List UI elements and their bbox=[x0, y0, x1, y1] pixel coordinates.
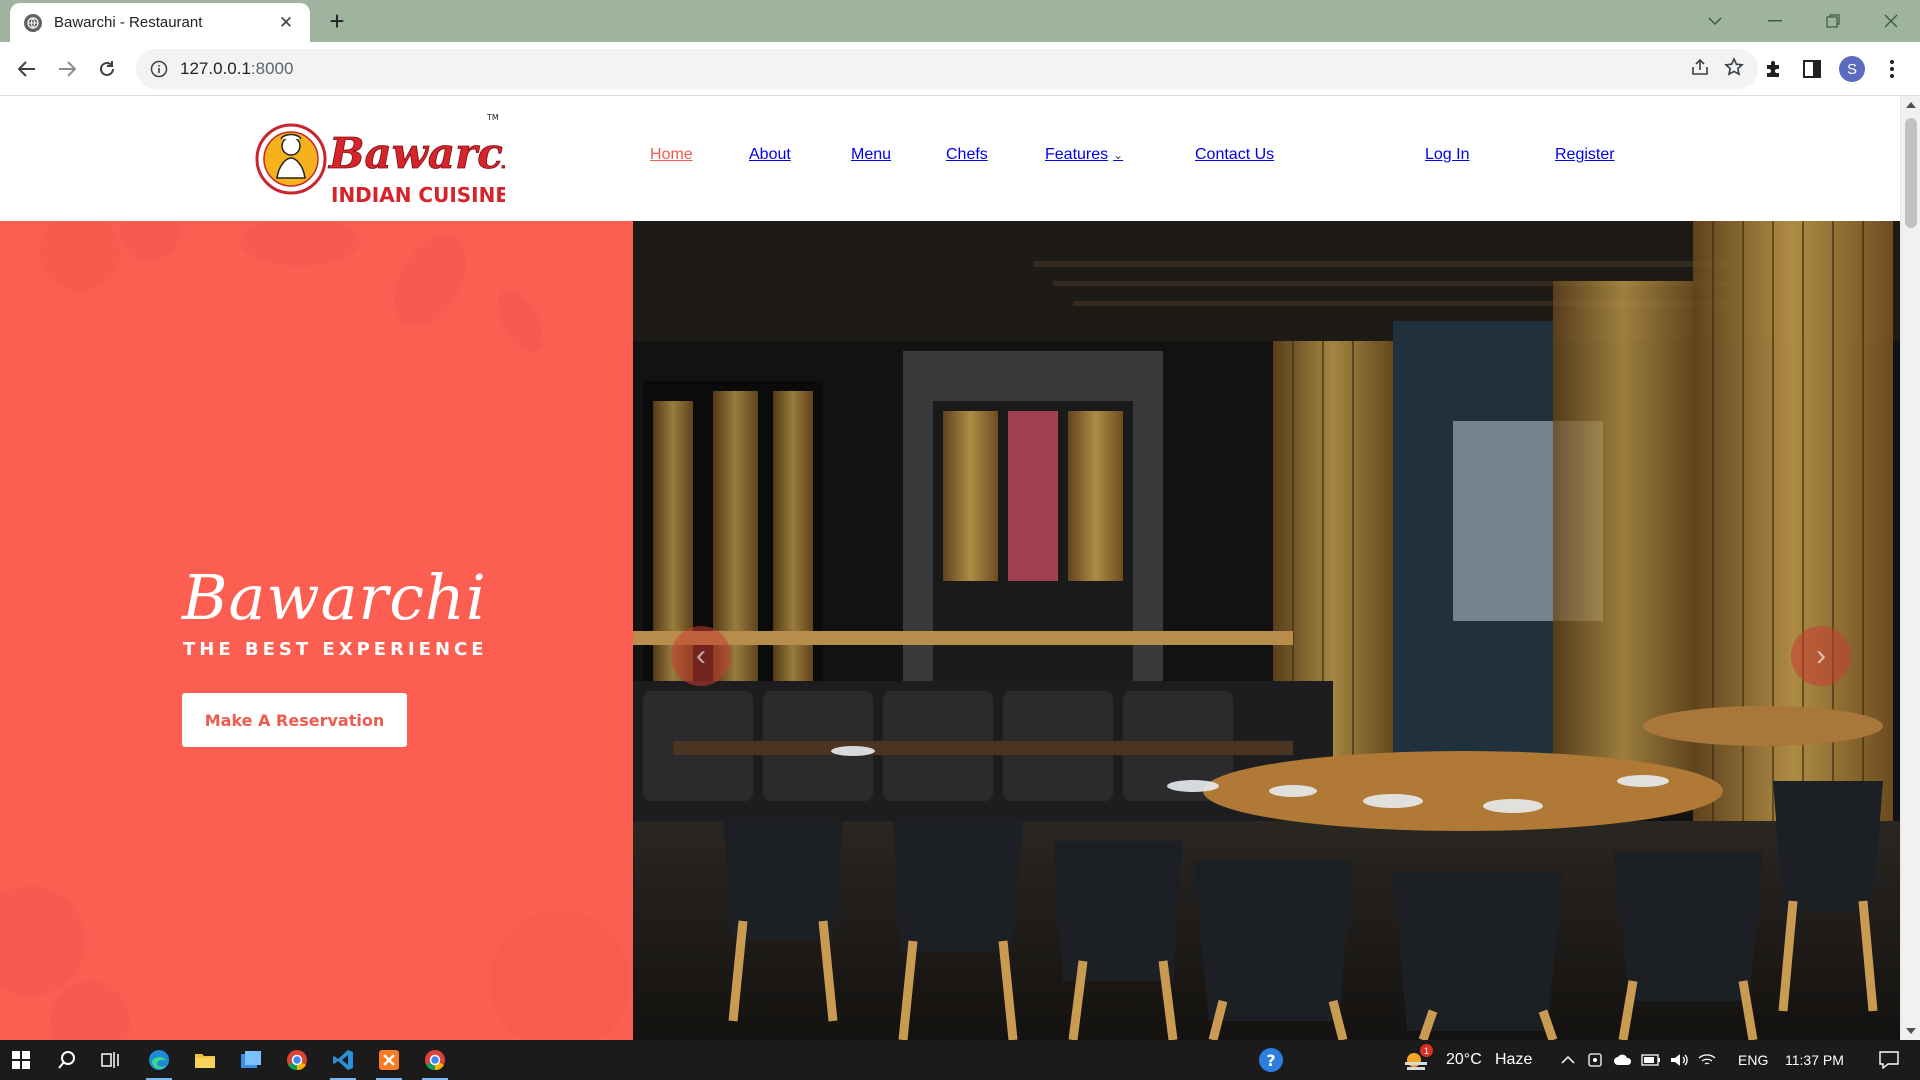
volume-icon[interactable] bbox=[1666, 1040, 1692, 1080]
address-bar[interactable]: 127.0.0.1:8000 bbox=[136, 49, 1758, 89]
nav-contact-link[interactable]: Contact Us bbox=[1195, 146, 1274, 163]
weather-badge: 1 bbox=[1420, 1044, 1433, 1057]
site-info-icon[interactable] bbox=[150, 60, 168, 78]
page-viewport: BawarcHi INDIAN CUISINE TM Home About Me… bbox=[0, 96, 1920, 1040]
nav-features-link[interactable]: Features ⌄ bbox=[1045, 146, 1123, 163]
tray-chevron-up-icon[interactable] bbox=[1555, 1040, 1581, 1080]
meet-now-icon[interactable] bbox=[1582, 1040, 1608, 1080]
weather-icon[interactable]: 1 bbox=[1398, 1040, 1434, 1080]
chrome-active-icon[interactable] bbox=[414, 1040, 456, 1080]
battery-icon[interactable] bbox=[1638, 1040, 1664, 1080]
nav-about[interactable]: About bbox=[749, 146, 791, 164]
page-scrollbar[interactable] bbox=[1900, 96, 1920, 1040]
browser-tabstrip: Bawarchi - Restaurant ✕ + bbox=[0, 0, 1920, 42]
scroll-up-arrow-icon[interactable] bbox=[1906, 102, 1916, 108]
nav-home-link[interactable]: Home bbox=[650, 146, 693, 163]
bawarchi-logo[interactable]: BawarcHi INDIAN CUISINE TM bbox=[255, 106, 559, 212]
minimize-icon[interactable] bbox=[1746, 0, 1804, 42]
weather-temp[interactable]: 20°C bbox=[1446, 1051, 1482, 1069]
file-explorer-icon[interactable] bbox=[184, 1040, 226, 1080]
language-indicator[interactable]: ENG bbox=[1738, 1052, 1768, 1068]
scroll-down-arrow-icon[interactable] bbox=[1906, 1028, 1916, 1034]
nav-features[interactable]: Features ⌄ bbox=[1045, 146, 1123, 164]
make-reservation-button[interactable]: Make A Reservation bbox=[182, 693, 407, 747]
svg-text:?: ? bbox=[1266, 1051, 1275, 1070]
tab-close-icon[interactable]: ✕ bbox=[276, 13, 296, 33]
app-window-icon[interactable] bbox=[230, 1040, 272, 1080]
notifications-icon[interactable] bbox=[1868, 1040, 1910, 1080]
xampp-icon[interactable] bbox=[368, 1040, 410, 1080]
nav-login-link[interactable]: Log In bbox=[1425, 146, 1469, 163]
hero-text-panel: Bawarchi THE BEST EXPERIENCE Make A Rese… bbox=[0, 221, 633, 1040]
browser-toolbar: 127.0.0.1:8000 S bbox=[0, 42, 1920, 96]
close-window-icon[interactable] bbox=[1862, 0, 1920, 42]
profile-initial: S bbox=[1839, 56, 1865, 82]
browser-menu-kebab-icon[interactable] bbox=[1877, 54, 1907, 84]
window-controls bbox=[1746, 0, 1920, 42]
restaurant-interior-image bbox=[633, 221, 1900, 1040]
side-panel-icon[interactable] bbox=[1797, 54, 1827, 84]
nav-menu[interactable]: Menu bbox=[851, 146, 891, 164]
nav-home[interactable]: Home bbox=[650, 146, 693, 164]
nav-login[interactable]: Log In bbox=[1425, 146, 1469, 164]
clock[interactable]: 11:37 PM bbox=[1785, 1052, 1844, 1068]
carousel-next-icon[interactable]: › bbox=[1791, 626, 1851, 686]
onedrive-cloud-icon[interactable] bbox=[1610, 1040, 1636, 1080]
hero-script-title: Bawarchi bbox=[182, 561, 487, 634]
nav-contact[interactable]: Contact Us bbox=[1195, 146, 1274, 164]
url-host: 127.0.0.1 bbox=[180, 59, 251, 78]
chevron-down-icon: ⌄ bbox=[1113, 148, 1124, 162]
help-icon[interactable]: ? bbox=[1250, 1040, 1292, 1080]
restore-icon[interactable] bbox=[1804, 0, 1862, 42]
tab-search-icon[interactable] bbox=[1700, 8, 1730, 34]
nav-about-link[interactable]: About bbox=[749, 146, 791, 163]
task-view-icon[interactable] bbox=[90, 1040, 132, 1080]
hero-image-restaurant: ‹ › bbox=[633, 221, 1900, 1040]
windows-taskbar: ? 1 20°C Haze ENG 11:37 PM bbox=[0, 1040, 1920, 1080]
logo-wordmark: BawarcHi bbox=[328, 129, 505, 178]
reload-icon[interactable] bbox=[92, 54, 122, 84]
profile-avatar[interactable]: S bbox=[1837, 54, 1867, 84]
tab-title: Bawarchi - Restaurant bbox=[54, 14, 203, 31]
logo-tm: TM bbox=[486, 113, 499, 122]
new-tab-button[interactable]: + bbox=[322, 7, 352, 37]
browser-tab[interactable]: Bawarchi - Restaurant ✕ bbox=[10, 3, 310, 42]
url-port: :8000 bbox=[250, 59, 294, 78]
forward-arrow-icon[interactable] bbox=[52, 54, 82, 84]
globe-icon bbox=[24, 13, 42, 32]
bookmark-star-icon[interactable] bbox=[1724, 57, 1744, 82]
nav-register[interactable]: Register bbox=[1555, 146, 1615, 164]
windows-start-icon[interactable] bbox=[0, 1040, 42, 1080]
site-header: BawarcHi INDIAN CUISINE TM Home About Me… bbox=[0, 96, 1900, 221]
share-icon[interactable] bbox=[1690, 57, 1710, 82]
back-arrow-icon[interactable] bbox=[12, 54, 42, 84]
nav-chefs-link[interactable]: Chefs bbox=[946, 146, 988, 163]
logo-tagline: INDIAN CUISINE bbox=[331, 183, 505, 207]
edge-browser-icon[interactable] bbox=[138, 1040, 180, 1080]
scrollbar-thumb[interactable] bbox=[1905, 118, 1917, 228]
nav-register-link[interactable]: Register bbox=[1555, 146, 1615, 163]
extensions-puzzle-icon[interactable] bbox=[1758, 54, 1788, 84]
vscode-icon[interactable] bbox=[322, 1040, 364, 1080]
url-text: 127.0.0.1:8000 bbox=[180, 59, 293, 79]
nav-chefs[interactable]: Chefs bbox=[946, 146, 988, 164]
carousel-prev-icon[interactable]: ‹ bbox=[671, 626, 731, 686]
hero-subtitle: THE BEST EXPERIENCE bbox=[183, 639, 488, 660]
wifi-icon[interactable] bbox=[1694, 1040, 1720, 1080]
chrome-icon[interactable] bbox=[276, 1040, 318, 1080]
search-icon[interactable] bbox=[46, 1040, 88, 1080]
nav-menu-link[interactable]: Menu bbox=[851, 146, 891, 163]
nav-features-label: Features bbox=[1045, 146, 1109, 163]
weather-text[interactable]: Haze bbox=[1495, 1051, 1532, 1069]
